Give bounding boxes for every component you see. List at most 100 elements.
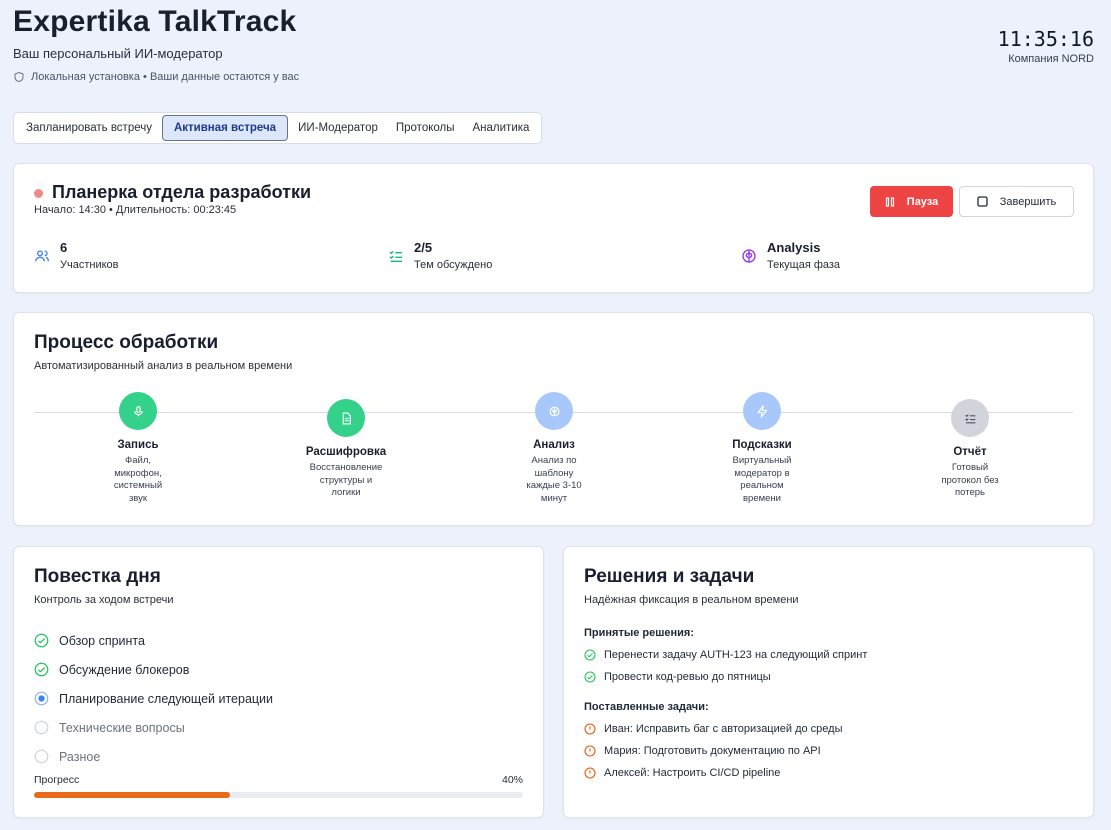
decision-text: Перенести задачу AUTH-123 на следующий с…: [604, 649, 868, 661]
stat-participants: 6 Участников: [34, 240, 119, 271]
meeting-meta: Начало: 14:30 • Длительность: 00:23:45: [34, 204, 237, 216]
agenda-item[interactable]: Планирование следующей итерации: [34, 684, 273, 713]
pipeline-subtitle: Автоматизированный анализ в реальном вре…: [34, 360, 293, 372]
local-install-note: Локальная установка • Ваши данные остают…: [13, 71, 299, 83]
pause-label: Пауза: [906, 195, 939, 208]
agenda-item-label: Обсуждение блокеров: [59, 662, 190, 677]
current-circle-icon: [34, 691, 49, 706]
finish-button[interactable]: Завершить: [959, 186, 1074, 217]
stat-label: Тем обсуждено: [414, 259, 493, 271]
lightning-icon: [756, 404, 767, 418]
stat-topics: 2/5 Тем обсуждено: [388, 240, 492, 271]
pipeline-title: Процесс обработки: [34, 332, 219, 353]
checklist-icon: [964, 413, 975, 423]
progress-label: Прогресс: [34, 774, 80, 786]
step-circle: [327, 399, 365, 437]
agenda-card: Повестка дня Контроль за ходом встречи О…: [13, 546, 544, 818]
agenda-item-label: Технические вопросы: [59, 720, 185, 735]
decision-text: Провести код-ревью до пятницы: [604, 671, 771, 683]
tab-active-meeting[interactable]: Активная встреча: [161, 115, 289, 141]
task-text: Мария: Подготовить документацию по API: [604, 745, 821, 757]
tab-schedule-meeting[interactable]: Запланировать встречу: [18, 115, 160, 141]
main-tabs: Запланировать встречу Активная встреча И…: [13, 112, 543, 144]
agenda-item[interactable]: Технические вопросы: [34, 713, 273, 742]
step-name: Запись: [117, 439, 159, 451]
decisions-card: Решения и задачи Надёжная фиксация в реа…: [563, 546, 1094, 818]
checklist-icon: [389, 250, 402, 262]
pause-icon: [885, 196, 894, 207]
check-circle-icon: [584, 671, 596, 683]
tab-ai-moderator[interactable]: ИИ-Модератор: [290, 115, 386, 141]
task-item: Мария: Подготовить документацию по API: [584, 745, 821, 757]
step-desc: Анализ по шаблону каждые 3-10 минут: [526, 455, 582, 504]
step-desc: Готовый протокол без потерь: [941, 462, 999, 498]
agenda-item[interactable]: Разное: [34, 742, 273, 771]
progress-fill: [34, 792, 230, 798]
active-meeting-card: Планерка отдела разработки Начало: 14:30…: [13, 163, 1094, 293]
alert-circle-icon: [584, 767, 596, 779]
step-name: Расшифровка: [305, 446, 387, 458]
progress-value: 40%: [501, 774, 523, 786]
meeting-title: Планерка отдела разработки: [52, 182, 312, 202]
agenda-subtitle: Контроль за ходом встречи: [34, 594, 174, 606]
decision-item: Провести код-ревью до пятницы: [584, 671, 771, 683]
step-desc: Восстановление структуры и логики: [309, 462, 383, 498]
app-title: Expertika TalkTrack: [13, 5, 297, 38]
step-name: Анализ: [533, 439, 575, 451]
pipeline-step-report: Отчёт Готовый протокол без потерь: [920, 399, 1020, 500]
clock: 11:35:16: [997, 27, 1094, 51]
agenda-item-label: Разное: [59, 749, 101, 764]
stat-value: 6: [60, 240, 68, 255]
stat-phase: Analysis Текущая фаза: [741, 240, 840, 271]
brain-icon: [742, 249, 756, 263]
document-icon: [342, 411, 351, 425]
alert-circle-icon: [584, 745, 596, 757]
app-subtitle: Ваш персональный ИИ-модератор: [13, 46, 223, 61]
agenda-title: Повестка дня: [34, 566, 161, 587]
agenda-item[interactable]: Обзор спринта: [34, 626, 273, 655]
alert-circle-icon: [584, 723, 596, 735]
pipeline-step-transcription: Расшифровка Восстановление структуры и л…: [296, 399, 396, 500]
agenda-item[interactable]: Обсуждение блокеров: [34, 655, 273, 684]
stop-icon: [977, 196, 988, 207]
step-name: Отчёт: [953, 446, 987, 458]
pipeline-step-recording: Запись Файл, микрофон, системный звук: [88, 392, 188, 505]
step-circle: [743, 392, 781, 430]
stat-label: Текущая фаза: [767, 259, 841, 271]
empty-circle-icon: [34, 720, 49, 735]
pipeline-step-hints: Подсказки Виртуальный модератор в реальн…: [712, 392, 812, 505]
tasks-section-title: Поставленные задачи:: [584, 701, 709, 713]
pause-button[interactable]: Пауза: [870, 186, 953, 217]
step-desc: Файл, микрофон, системный звук: [113, 455, 163, 504]
step-circle: [535, 392, 573, 430]
recording-indicator: [34, 189, 43, 198]
check-circle-icon: [34, 633, 49, 648]
company-name: Компания NORD: [1008, 53, 1094, 65]
task-text: Иван: Исправить баг с авторизацией до ср…: [604, 723, 843, 735]
users-icon: [35, 250, 49, 262]
microphone-icon: [133, 405, 143, 416]
decisions-subtitle: Надёжная фиксация в реальном времени: [584, 594, 799, 606]
stat-value: 2/5: [414, 240, 433, 255]
pipeline-step-analysis: Анализ Анализ по шаблону каждые 3-10 мин…: [504, 392, 604, 505]
tab-protocols[interactable]: Протоколы: [388, 115, 463, 141]
progress-bar: [34, 792, 523, 798]
step-name: Подсказки: [732, 439, 792, 451]
brain-icon: [549, 406, 559, 416]
task-item: Иван: Исправить баг с авторизацией до ср…: [584, 723, 842, 735]
tab-analytics[interactable]: Аналитика: [465, 115, 538, 141]
step-circle: [119, 392, 157, 430]
processing-pipeline-card: Процесс обработки Автоматизированный ана…: [13, 312, 1094, 526]
check-circle-icon: [34, 662, 49, 677]
shield-icon: [14, 71, 24, 83]
empty-circle-icon: [34, 749, 49, 764]
local-install-text: Локальная установка • Ваши данные остают…: [31, 71, 300, 83]
step-circle: [951, 399, 989, 437]
stat-label: Участников: [60, 259, 119, 271]
decision-item: Перенести задачу AUTH-123 на следующий с…: [584, 649, 867, 661]
agenda-item-label: Планирование следующей итерации: [59, 691, 274, 706]
task-item: Алексей: Настроить CI/CD pipeline: [584, 767, 780, 779]
decisions-title: Решения и задачи: [584, 566, 755, 587]
agenda-list: Обзор спринта Обсуждение блокеров Планир…: [34, 626, 273, 771]
step-desc: Виртуальный модератор в реальном времени: [732, 455, 792, 504]
